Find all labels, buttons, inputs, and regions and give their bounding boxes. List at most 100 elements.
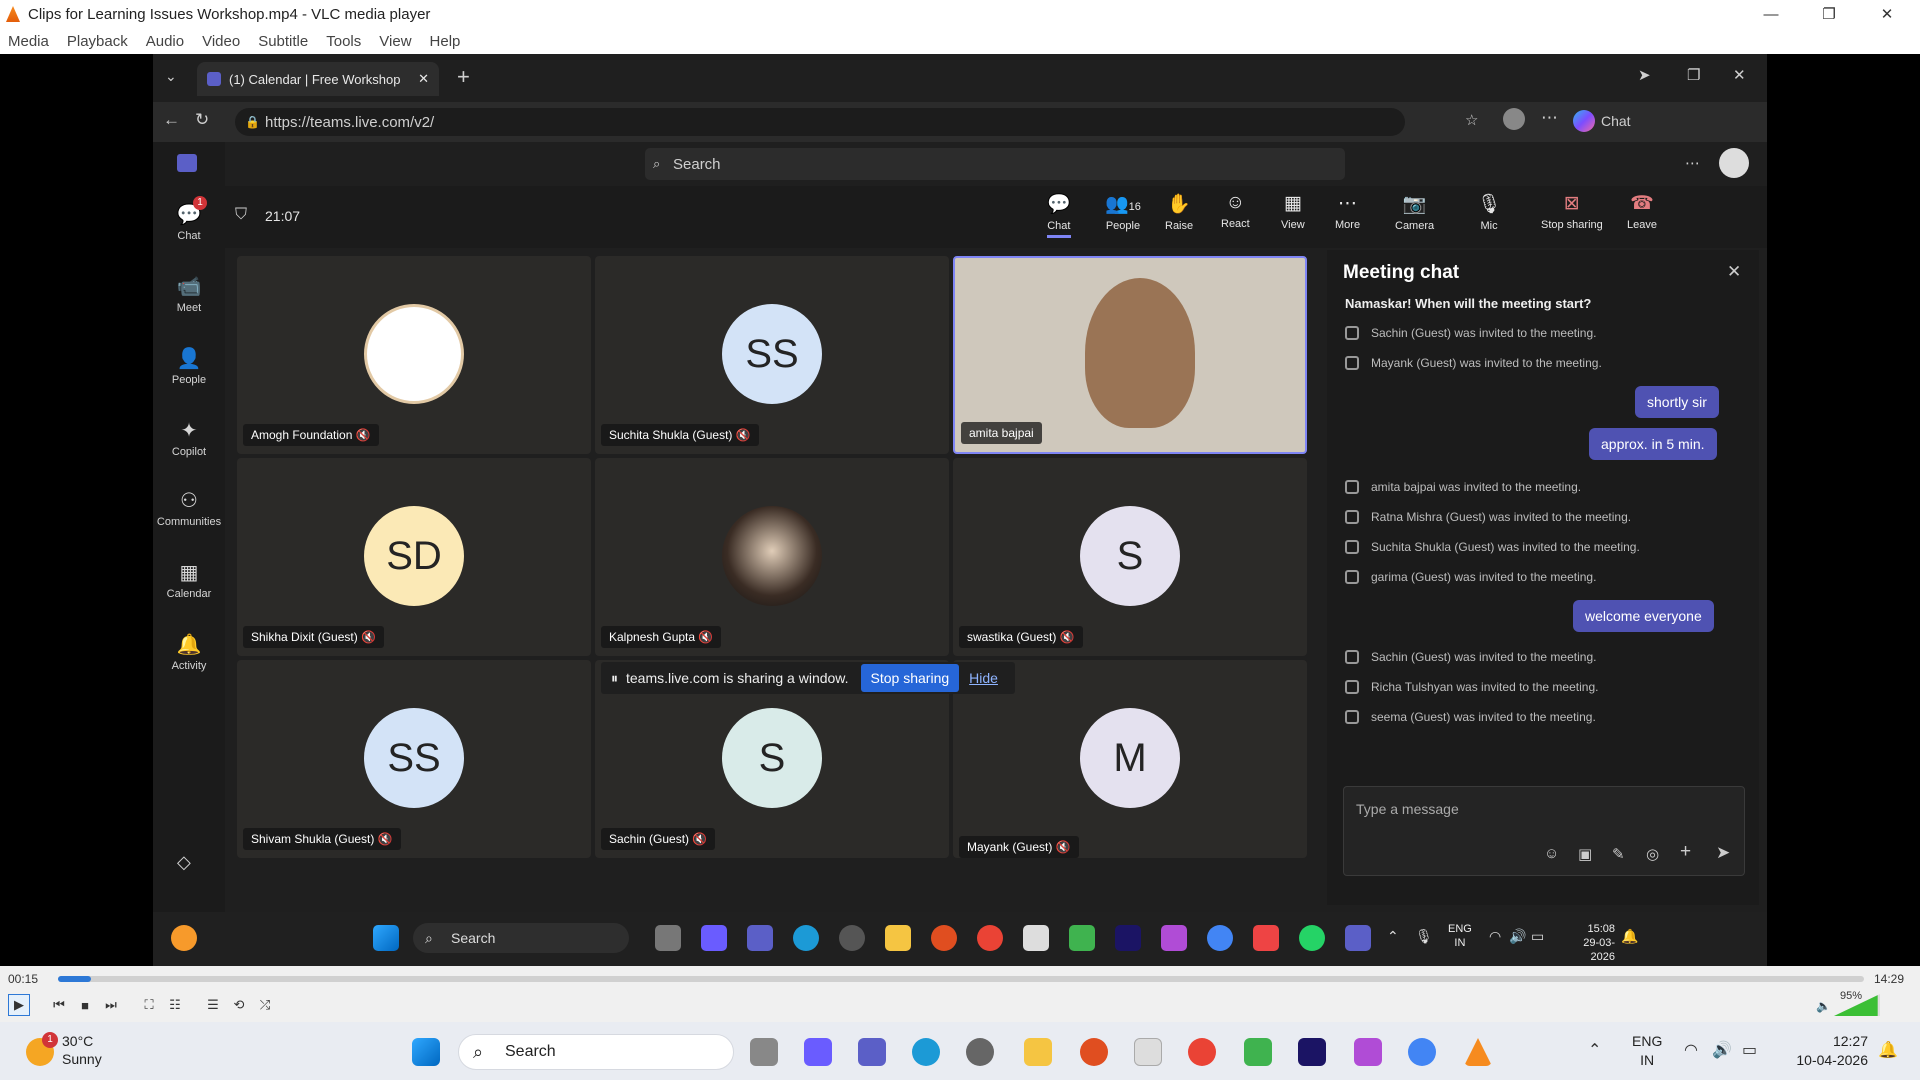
restore-icon[interactable]: ❐ [1800, 0, 1858, 28]
os-search-input[interactable]: ⌕ Search [458, 1034, 734, 1070]
file-explorer-icon[interactable] [885, 925, 911, 951]
chrome-icon[interactable] [1188, 1038, 1216, 1066]
tab-close-icon[interactable]: ✕ [418, 71, 429, 87]
teams-app-icon[interactable] [747, 925, 773, 951]
profile-avatar[interactable] [1503, 108, 1525, 130]
premiere-icon[interactable] [1298, 1038, 1326, 1066]
weather-widget[interactable]: 30°C Sunny [62, 1032, 102, 1068]
chrome-icon[interactable] [977, 925, 1003, 951]
previous-button[interactable]: ⏮ [48, 994, 70, 1016]
loop-button[interactable]: ⟲ [228, 994, 250, 1016]
whatsapp-icon[interactable] [1299, 925, 1325, 951]
toolbar-raise[interactable]: ✋ Raise [1165, 192, 1193, 232]
teams-app-icon[interactable] [858, 1038, 886, 1066]
hide-link[interactable]: Hide [969, 670, 998, 686]
play-button[interactable]: ▶ [8, 994, 30, 1016]
rail-calendar[interactable]: ▦ Calendar [153, 560, 225, 600]
seek-bar[interactable] [58, 976, 1864, 982]
new-tab-icon[interactable]: + [457, 64, 470, 90]
chrome-profile-icon[interactable] [1207, 925, 1233, 951]
chrome-profile-icon[interactable] [1408, 1038, 1436, 1066]
close-chat-icon[interactable]: ✕ [1727, 262, 1741, 282]
pen-icon[interactable]: ✎ [1612, 845, 1625, 863]
menu-video[interactable]: Video [202, 33, 240, 50]
close-icon[interactable]: ✕ [1858, 0, 1916, 28]
stop-sharing-button[interactable]: Stop sharing [860, 664, 960, 692]
user-avatar[interactable] [1719, 148, 1749, 178]
chatgpt-icon[interactable] [966, 1038, 994, 1066]
clock[interactable]: 15:08 29-03-2026 [1559, 922, 1615, 964]
edge-icon[interactable] [912, 1038, 940, 1066]
app-icon[interactable] [1080, 1038, 1108, 1066]
notification-bell-icon[interactable]: 🔔 [1878, 1040, 1898, 1060]
participant-tile[interactable]: SD Shikha Dixit (Guest) 🔇 [237, 458, 591, 656]
next-button[interactable]: ⏭ [100, 994, 122, 1016]
menu-media[interactable]: Media [8, 33, 49, 50]
diamond-icon[interactable]: ◇ [177, 852, 191, 873]
windows-start-icon[interactable] [373, 925, 399, 951]
volume-slider[interactable]: 95% [1834, 990, 1880, 1016]
menu-tools[interactable]: Tools [326, 33, 361, 50]
address-input[interactable]: 🔒 https://teams.live.com/v2/ [235, 108, 1405, 136]
rail-communities[interactable]: ⚇ Communities [153, 488, 225, 528]
file-explorer-icon[interactable] [1024, 1038, 1052, 1066]
android-icon[interactable] [1244, 1038, 1272, 1066]
participant-tile[interactable]: SS Shivam Shukla (Guest) 🔇 [237, 660, 591, 858]
more-menu-icon[interactable]: ⋯ [1541, 108, 1558, 128]
pause-icon[interactable]: ⏸ [611, 670, 618, 687]
emoji-icon[interactable]: ☺ [1544, 845, 1559, 862]
whiteboard-icon[interactable] [1023, 925, 1049, 951]
language-indicator[interactable]: ENG IN [1448, 922, 1472, 950]
notification-icon[interactable]: 🔔 [1621, 928, 1638, 945]
teams-icon[interactable] [1345, 925, 1371, 951]
stop-button[interactable]: ■ [74, 994, 96, 1016]
close-icon[interactable]: ✕ [1733, 66, 1746, 84]
video-area[interactable]: ⌄ (1) Calendar | Free Workshop ✕ + ➤ ❐ ✕… [0, 54, 1920, 966]
browser-tab[interactable]: (1) Calendar | Free Workshop ✕ [197, 62, 439, 96]
wifi-icon[interactable]: ◠ [1684, 1040, 1698, 1060]
volume-icon[interactable]: 🔊 [1509, 928, 1526, 945]
vlc-taskbar-icon[interactable] [1464, 1038, 1492, 1066]
windows-start-icon[interactable] [412, 1038, 440, 1066]
clock[interactable]: 12:27 10-04-2026 [1778, 1032, 1868, 1070]
app-icon[interactable] [931, 925, 957, 951]
edge-icon[interactable] [793, 925, 819, 951]
favorites-icon[interactable]: ☆ [1465, 111, 1478, 129]
tab-list-chevron-icon[interactable]: ⌄ [165, 68, 177, 85]
menu-subtitle[interactable]: Subtitle [258, 33, 308, 50]
task-view-icon[interactable] [750, 1038, 778, 1066]
premiere-icon[interactable] [1115, 925, 1141, 951]
toolbar-people[interactable]: 👥16 People [1105, 192, 1141, 232]
rail-meet[interactable]: 📹 Meet [153, 274, 225, 314]
battery-icon[interactable]: ▭ [1531, 928, 1544, 945]
restore-icon[interactable]: ❐ [1687, 66, 1700, 84]
mic-icon[interactable]: 🎙 [1415, 928, 1433, 945]
minimize-icon[interactable]: — [1742, 0, 1800, 28]
participant-tile[interactable]: Kalpnesh Gupta 🔇 [595, 458, 949, 656]
wifi-icon[interactable]: ◠ [1489, 928, 1501, 945]
teams-search-input[interactable]: ⌕ Search [645, 148, 1345, 180]
calendar-app-icon[interactable] [1354, 1038, 1382, 1066]
language-indicator[interactable]: ENG IN [1632, 1032, 1662, 1070]
my-message[interactable]: welcome everyone [1573, 600, 1714, 632]
participant-tile[interactable]: SS Suchita Shukla (Guest) 🔇 [595, 256, 949, 454]
participant-tile-active[interactable]: amita bajpai [953, 256, 1307, 454]
toolbar-mic[interactable]: 🎙 Mic [1477, 192, 1501, 232]
speaker-icon[interactable]: 🔈 [1816, 999, 1831, 1013]
tray-chevron-icon[interactable]: ⌃ [1588, 1040, 1601, 1060]
refresh-icon[interactable]: ↻ [195, 110, 209, 130]
shuffle-button[interactable]: ⤮ [254, 994, 276, 1016]
rail-people[interactable]: 👤 People [153, 346, 225, 386]
copilot-app-icon[interactable] [701, 925, 727, 951]
calendar-app-icon[interactable] [1161, 925, 1187, 951]
menu-help[interactable]: Help [430, 33, 461, 50]
fullscreen-button[interactable]: ⛶ [138, 994, 160, 1016]
copilot-app-icon[interactable] [804, 1038, 832, 1066]
toolbar-camera[interactable]: 📷 Camera [1395, 192, 1434, 232]
battery-icon[interactable]: ▭ [1742, 1040, 1757, 1060]
copilot-icon[interactable] [1573, 110, 1595, 132]
rail-copilot[interactable]: ✦ Copilot [153, 418, 225, 458]
toolbar-leave[interactable]: ☎ Leave [1627, 192, 1657, 231]
toolbar-chat[interactable]: 💬 Chat [1047, 192, 1071, 238]
loop-icon[interactable]: ◎ [1646, 845, 1659, 863]
